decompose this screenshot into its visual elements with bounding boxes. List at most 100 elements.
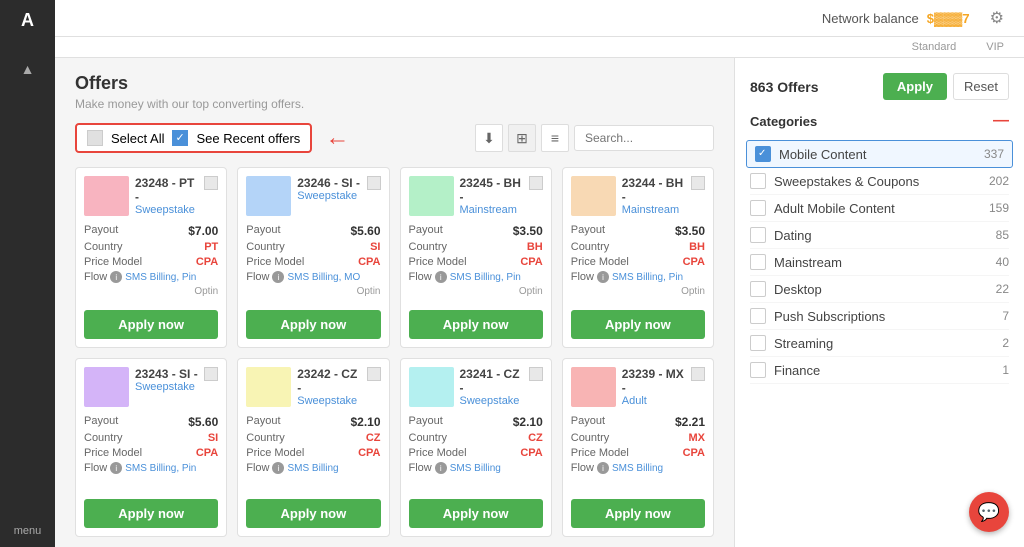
offer-card: 23239 - MX - Adult Payout $2.21 Country … <box>562 358 714 537</box>
gear-icon[interactable]: ⚙ <box>990 8 1004 28</box>
category-item[interactable]: Finance 1 <box>750 357 1009 384</box>
category-item[interactable]: Mainstream 40 <box>750 249 1009 276</box>
offer-card: 23244 - BH - Mainstream Payout $3.50 Cou… <box>562 167 714 348</box>
collapse-icon[interactable]: — <box>993 112 1009 130</box>
price-model-row: Price Model CPA <box>246 256 380 268</box>
offer-info: 23245 - BH - Mainstream <box>460 176 523 216</box>
category-checkbox[interactable] <box>750 254 766 270</box>
offer-card: 23246 - SI - Sweepstake Payout $5.60 Cou… <box>237 167 389 348</box>
flow-row: Flow i SMS Billing, Pin <box>84 271 218 283</box>
offer-checkbox[interactable] <box>204 176 218 190</box>
category-item[interactable]: Mobile Content 337 <box>746 140 1013 168</box>
offer-checkbox[interactable] <box>529 176 543 190</box>
price-model-row: Price Model CPA <box>571 256 705 268</box>
payout-label: Payout <box>84 224 118 238</box>
category-item[interactable]: Desktop 22 <box>750 276 1009 303</box>
offer-type: Sweepstake <box>135 381 198 393</box>
filter-actions: Apply Reset <box>883 73 1009 100</box>
offer-header: 23242 - CZ - Sweepstake <box>238 359 388 415</box>
category-checkbox[interactable] <box>750 335 766 351</box>
right-panel: 863 Offers Apply Reset Categories — Mobi… <box>734 58 1024 547</box>
offers-count: 863 Offers <box>750 79 818 95</box>
country-label: Country <box>246 432 285 444</box>
apply-now-button[interactable]: Apply now <box>246 310 380 339</box>
price-model-label: Price Model <box>84 256 142 268</box>
flow-row: Flow i SMS Billing <box>571 462 705 474</box>
country-row: Country MX <box>571 432 705 444</box>
payout-row: Payout $3.50 <box>571 224 705 238</box>
country-value: PT <box>204 241 218 253</box>
category-checkbox[interactable] <box>750 362 766 378</box>
page-title: Offers <box>75 73 714 94</box>
left-panel: Offers Make money with our top convertin… <box>55 58 734 547</box>
category-item[interactable]: Adult Mobile Content 159 <box>750 195 1009 222</box>
price-model-label: Price Model <box>571 447 629 459</box>
flow-info-icon: i <box>597 462 609 474</box>
apply-filter-button[interactable]: Apply <box>883 73 947 100</box>
price-model-value: CPA <box>683 447 705 459</box>
offer-type: Adult <box>622 395 685 407</box>
category-item[interactable]: Dating 85 <box>750 222 1009 249</box>
price-model-label: Price Model <box>409 447 467 459</box>
offer-checkbox[interactable] <box>691 367 705 381</box>
see-recent-checkbox[interactable] <box>172 130 188 146</box>
grid-view-btn[interactable]: ⊞ <box>508 124 536 152</box>
list-view-btn[interactable]: ≡ <box>541 124 569 152</box>
download-btn[interactable]: ⬇ <box>475 124 503 152</box>
apply-now-button[interactable]: Apply now <box>84 499 218 528</box>
offer-checkbox[interactable] <box>529 367 543 381</box>
category-count: 337 <box>984 147 1004 161</box>
flow-row: Flow i SMS Billing <box>246 462 380 474</box>
sidebar-collapse[interactable]: ▲ <box>21 61 35 77</box>
category-checkbox[interactable] <box>755 146 771 162</box>
category-checkbox[interactable] <box>750 173 766 189</box>
offer-checkbox[interactable] <box>204 367 218 381</box>
apply-now-button[interactable]: Apply now <box>571 310 705 339</box>
category-checkbox[interactable] <box>750 200 766 216</box>
offer-details: Payout $5.60 Country SI Price Model CPA … <box>76 415 226 499</box>
payout-label: Payout <box>84 415 118 429</box>
flow-value: SMS Billing <box>450 463 501 474</box>
flow-info-icon: i <box>597 271 609 283</box>
category-checkbox[interactable] <box>750 281 766 297</box>
offer-thumbnail <box>84 367 129 407</box>
offer-checkbox[interactable] <box>691 176 705 190</box>
category-count: 2 <box>1002 336 1009 350</box>
chat-bubble[interactable]: 💬 <box>969 492 1009 532</box>
apply-now-button[interactable]: Apply now <box>409 499 543 528</box>
country-value: SI <box>208 432 218 444</box>
apply-now-button[interactable]: Apply now <box>409 310 543 339</box>
price-model-label: Price Model <box>246 256 304 268</box>
offer-header: 23239 - MX - Adult <box>563 359 713 415</box>
category-checkbox[interactable] <box>750 227 766 243</box>
offer-checkbox[interactable] <box>367 176 381 190</box>
apply-now-button[interactable]: Apply now <box>571 499 705 528</box>
page-subtitle: Make money with our top converting offer… <box>75 97 714 111</box>
apply-now-button[interactable]: Apply now <box>246 499 380 528</box>
categories-title: Categories — <box>750 112 1009 130</box>
category-name: Mainstream <box>774 255 988 270</box>
country-label: Country <box>246 241 285 253</box>
offer-checkbox[interactable] <box>367 367 381 381</box>
apply-now-button[interactable]: Apply now <box>84 310 218 339</box>
offer-card: 23241 - CZ - Sweepstake Payout $2.10 Cou… <box>400 358 552 537</box>
category-item[interactable]: Sweepstakes & Coupons 202 <box>750 168 1009 195</box>
offer-info: 23248 - PT - Sweepstake <box>135 176 198 216</box>
offer-thumbnail <box>409 176 454 216</box>
category-name: Mobile Content <box>779 147 976 162</box>
country-value: BH <box>527 241 543 253</box>
sidebar-menu-label[interactable]: menu <box>14 525 42 547</box>
search-input[interactable] <box>574 125 714 151</box>
category-item[interactable]: Push Subscriptions 7 <box>750 303 1009 330</box>
price-model-value: CPA <box>196 256 218 268</box>
country-label: Country <box>409 432 448 444</box>
price-model-row: Price Model CPA <box>409 256 543 268</box>
select-all-checkbox[interactable] <box>87 130 103 146</box>
category-checkbox[interactable] <box>750 308 766 324</box>
payout-row: Payout $2.10 <box>246 415 380 429</box>
category-item[interactable]: Streaming 2 <box>750 330 1009 357</box>
flow-value: SMS Billing, Pin <box>125 272 196 283</box>
select-area[interactable]: Select All See Recent offers <box>75 123 312 153</box>
offer-details: Payout $5.60 Country SI Price Model CPA … <box>238 224 388 310</box>
reset-button[interactable]: Reset <box>953 73 1009 100</box>
